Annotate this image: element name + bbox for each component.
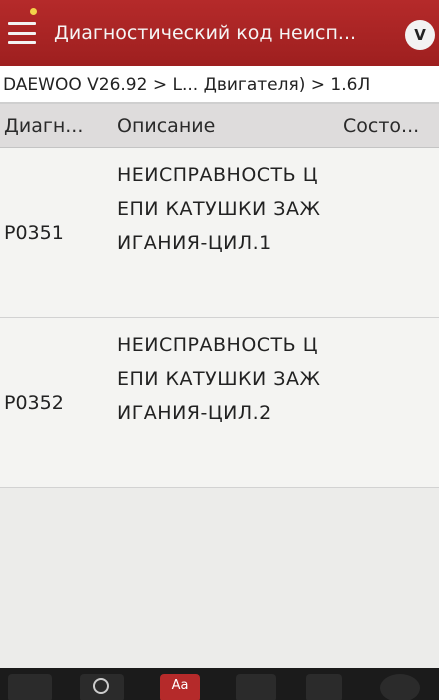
calendar-icon[interactable] bbox=[236, 674, 276, 700]
share-icon[interactable] bbox=[306, 674, 342, 700]
table-row[interactable]: P0351 НЕИСПРАВНОСТЬ ЦЕПИ КАТУШКИ ЗАЖИГАН… bbox=[0, 148, 439, 318]
table-header: Диагн... Описание Состо... bbox=[0, 104, 439, 148]
column-header-description[interactable]: Описание bbox=[117, 115, 317, 137]
page-title: Диагностический код неисп... bbox=[54, 22, 357, 44]
font-size-icon[interactable]: Aa bbox=[160, 674, 200, 700]
vci-icon[interactable]: V bbox=[405, 20, 435, 50]
dtc-code: P0351 bbox=[4, 222, 64, 244]
search-icon[interactable] bbox=[80, 674, 124, 700]
title-bar: Диагностический код неисп... V bbox=[0, 0, 439, 66]
car-icon[interactable] bbox=[8, 674, 52, 700]
dtc-state bbox=[343, 148, 437, 318]
notification-dot bbox=[30, 8, 37, 15]
breadcrumb[interactable]: DAEWOO V26.92 > L... Двигателя) > 1.6Л bbox=[0, 66, 439, 104]
bottom-toolbar: Aa bbox=[0, 668, 439, 700]
menu-icon[interactable] bbox=[8, 22, 36, 44]
diagnostic-screen: Диагностический код неисп... V DAEWOO V2… bbox=[0, 0, 439, 700]
dtc-description: НЕИСПРАВНОСТЬ ЦЕПИ КАТУШКИ ЗАЖИГАНИЯ-ЦИЛ… bbox=[117, 334, 321, 424]
dtc-code: P0352 bbox=[4, 392, 64, 414]
dtc-table: P0351 НЕИСПРАВНОСТЬ ЦЕПИ КАТУШКИ ЗАЖИГАН… bbox=[0, 148, 439, 488]
dtc-state bbox=[343, 318, 437, 488]
column-header-code[interactable]: Диагн... bbox=[4, 115, 109, 137]
help-icon[interactable] bbox=[380, 674, 420, 700]
column-header-state[interactable]: Состо... bbox=[343, 115, 437, 137]
dtc-description: НЕИСПРАВНОСТЬ ЦЕПИ КАТУШКИ ЗАЖИГАНИЯ-ЦИЛ… bbox=[117, 164, 321, 254]
table-row[interactable]: P0352 НЕИСПРАВНОСТЬ ЦЕПИ КАТУШКИ ЗАЖИГАН… bbox=[0, 318, 439, 488]
